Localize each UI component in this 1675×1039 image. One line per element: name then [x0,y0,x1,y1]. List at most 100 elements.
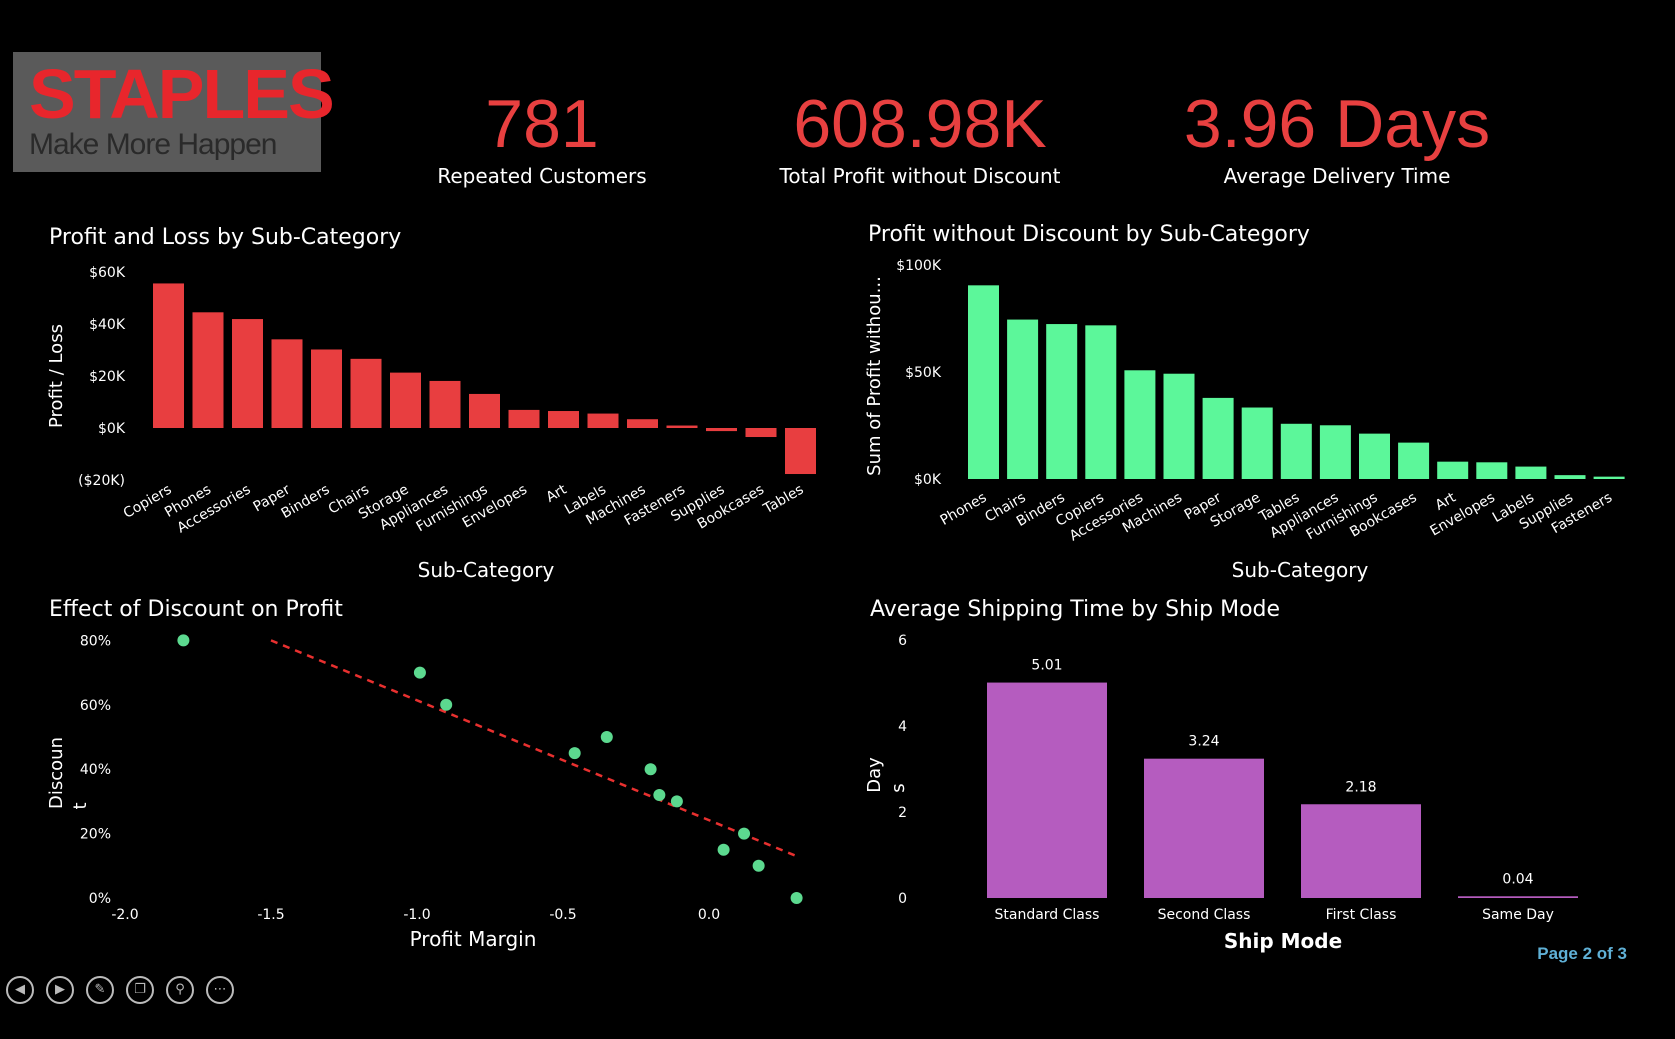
bar-bookcases [1398,442,1430,479]
y-tick-label: 20% [80,827,111,843]
y-tick-label: 80% [80,633,111,649]
bar-labels [587,413,619,428]
bar-art [548,411,579,428]
chart-title: Average Shipping Time by Ship Mode [870,597,1280,622]
kpi-label: Average Delivery Time [1223,164,1451,188]
x-tick-label: -0.5 [549,907,576,923]
y-tick-label: $100K [896,258,942,274]
x-tick-label: -1.0 [403,907,430,923]
bar-supplies [1554,475,1586,479]
scatter-point [413,666,426,679]
bar-paper [1202,397,1234,479]
kpi-total-profit: 608.98K Total Profit without Discount [730,86,1110,188]
bar-tables [1280,423,1312,479]
x-tick-label: Art [543,481,569,506]
bar-phones [968,285,999,479]
bar-chairs [350,358,382,428]
x-tick-label: First Class [1326,907,1397,923]
x-tick-label: Copiers [1053,490,1107,530]
bar-machines [1163,373,1195,479]
x-tick-label: 0.0 [698,907,720,923]
staples-logo: STAPLES Make More Happen [13,52,335,172]
bar-copiers [153,283,184,428]
layers-icon[interactable]: ❐ [126,976,154,1004]
bar-appliances [1319,425,1351,479]
scatter-point [440,698,453,711]
x-axis-label: Profit Margin [410,927,537,951]
y-tick-label: 2 [898,805,907,821]
y-tick-label: 4 [898,719,907,735]
x-tick-label: Storage [356,482,411,523]
bar-fasteners [1593,476,1625,479]
x-tick-label: Bookcases [1347,490,1419,541]
y-tick-label: $0K [98,421,126,437]
prev-icon[interactable]: ◀ [6,976,34,1004]
more-icon[interactable]: ⋯ [206,976,234,1004]
y-tick-label: $50K [905,365,942,381]
bar-fasteners [666,425,698,428]
bar-supplies [706,428,737,432]
x-tick-label: Standard Class [995,907,1100,923]
bar-machines [627,419,658,428]
x-tick-label: Machines [583,482,648,529]
bar-phones [192,312,224,428]
logo-brand: STAPLES [29,55,335,133]
bar-appliances [429,380,461,428]
x-tick-label: Envelopes [1428,490,1498,540]
y-tick-label: $20K [89,369,126,385]
report-nav-toolbar: ◀ ▶ ✎ ❐ ⚲ ⋯ [6,976,234,1004]
x-tick-label: Phones [162,482,214,521]
y-axis-label-wrap: s [888,783,909,792]
bar-envelopes [1476,462,1508,479]
kpi-value: 608.98K [793,86,1047,162]
y-tick-label: 6 [898,633,907,649]
pen-icon[interactable]: ✎ [86,976,114,1004]
x-tick-label: Phones [938,490,990,529]
data-label: 2.18 [1345,779,1376,795]
kpi-average-delivery: 3.96 Days Average Delivery Time [1147,86,1527,188]
x-tick-label: Fasteners [1549,490,1615,537]
y-axis-label-wrap: t [70,802,91,809]
y-tick-label: $0K [914,472,942,488]
x-tick-label: Paper [1182,489,1225,523]
y-tick-label: $60K [89,265,126,281]
trend-line [270,639,798,858]
bar-furnishings [1359,433,1390,479]
chart-title: Profit without Discount by Sub-Category [868,222,1310,247]
data-label: 3.24 [1188,734,1219,750]
zoom-icon[interactable]: ⚲ [166,976,194,1004]
bar-ship-mode [987,682,1107,898]
scatter-point [790,892,803,904]
x-tick-label: Art [1433,489,1459,514]
x-tick-label: Paper [251,481,294,515]
bar-paper [271,339,303,428]
y-tick-label: 0 [898,891,907,907]
scatter-point [177,634,190,647]
bar-ship-mode [1144,758,1264,898]
logo-tagline: Make More Happen [29,128,277,161]
x-tick-label: Bookcases [695,482,767,533]
scatter-point [752,859,765,872]
x-tick-label: Machines [1120,490,1185,537]
scatter-point [568,747,581,760]
bar-bookcases [745,428,777,438]
x-tick-label: Supplies [1517,490,1576,533]
next-icon[interactable]: ▶ [46,976,74,1004]
scatter-point [653,788,666,801]
kpi-label: Total Profit without Discount [779,164,1061,188]
scatter-point [717,843,730,856]
x-tick-label: Appliances [1267,490,1341,542]
scatter-point [738,827,751,840]
scatter-point [600,731,613,743]
kpi-value: 781 [485,86,599,162]
bar-chairs [1007,319,1039,479]
y-axis-label: Sum of Profit withou... [864,276,885,476]
x-tick-label: Labels [562,482,609,518]
x-tick-label: -2.0 [111,907,138,923]
scatter-point [670,795,683,808]
bar-copiers [1085,325,1117,479]
bar-ship-mode [1458,896,1578,898]
bar-binders [1046,324,1078,479]
bar-storage [390,372,421,428]
chart-title: Effect of Discount on Profit [49,597,343,622]
